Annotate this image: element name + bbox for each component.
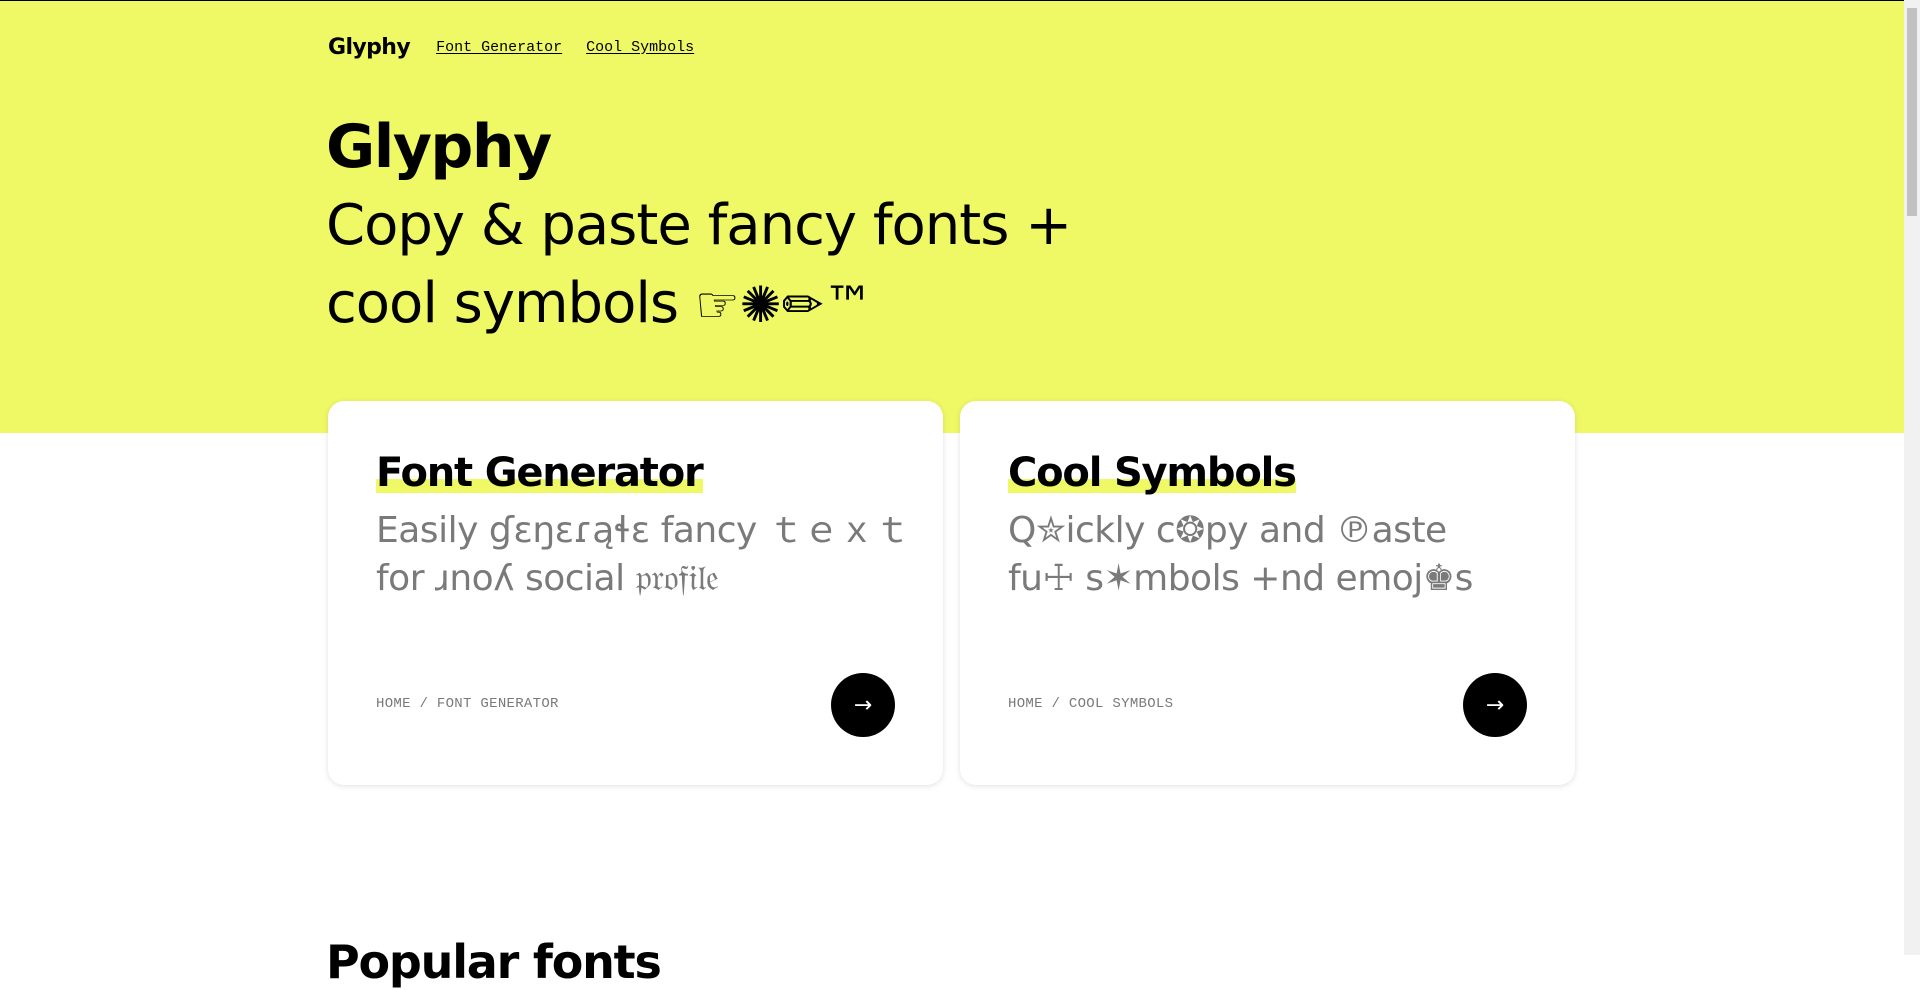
card-title: Cool Symbols <box>1008 447 1297 499</box>
nav-link-font-generator[interactable]: Font Generator <box>436 39 562 56</box>
scrollbar-thumb[interactable] <box>1907 8 1917 216</box>
page-scrollbar[interactable] <box>1904 0 1920 955</box>
card-desc-line2: for ɹnoʎ social 𝔭𝔯𝔬𝔣𝔦𝔩𝔢 <box>376 558 719 599</box>
card-cool-symbols[interactable]: Cool Symbols Q✮ickly c❂py and ℗aste fu☩ … <box>960 401 1575 785</box>
card-description: Easily ɠɛŋɛɾąɬɛ fancy ｔｅｘｔ for ɹnoʎ soci… <box>376 507 916 603</box>
arrow-right-icon: → <box>853 692 873 718</box>
section-heading-popular-fonts: Popular fonts <box>326 935 662 989</box>
page-title: Glyphy <box>326 112 552 182</box>
top-nav: Glyphy Font Generator Cool Symbols <box>328 31 694 63</box>
arrow-right-button[interactable]: → <box>1463 673 1527 737</box>
card-title: Font Generator <box>376 447 704 499</box>
card-desc-line1: Q✮ickly c❂py and ℗aste <box>1008 510 1447 551</box>
hero-section: Glyphy Font Generator Cool Symbols Glyph… <box>0 1 1904 433</box>
arrow-right-button[interactable]: → <box>831 673 895 737</box>
arrow-right-icon: → <box>1485 692 1505 718</box>
tagline-line1: Copy & paste fancy fonts + <box>326 193 1072 258</box>
breadcrumb: HOME / FONT GENERATOR <box>376 696 559 712</box>
card-font-generator[interactable]: Font Generator Easily ɠɛŋɛɾąɬɛ fancy ｔｅｘ… <box>328 401 943 785</box>
card-desc-line2: fu☩ s✶mbols +nd emoj♚s <box>1008 558 1473 599</box>
card-description: Q✮ickly c❂py and ℗aste fu☩ s✶mbols +nd e… <box>1008 507 1548 603</box>
hero-tagline: Copy & paste fancy fonts + cool symbols … <box>326 187 1226 344</box>
card-desc-line1: Easily ɠɛŋɛɾąɬɛ fancy ｔｅｘｔ <box>376 510 910 551</box>
nav-link-cool-symbols[interactable]: Cool Symbols <box>586 39 694 56</box>
tagline-symbols: ☞✺✏™ <box>694 276 874 334</box>
brand-logo[interactable]: Glyphy <box>328 35 411 60</box>
tagline-line2: cool symbols <box>326 271 695 336</box>
breadcrumb: HOME / COOL SYMBOLS <box>1008 696 1174 712</box>
